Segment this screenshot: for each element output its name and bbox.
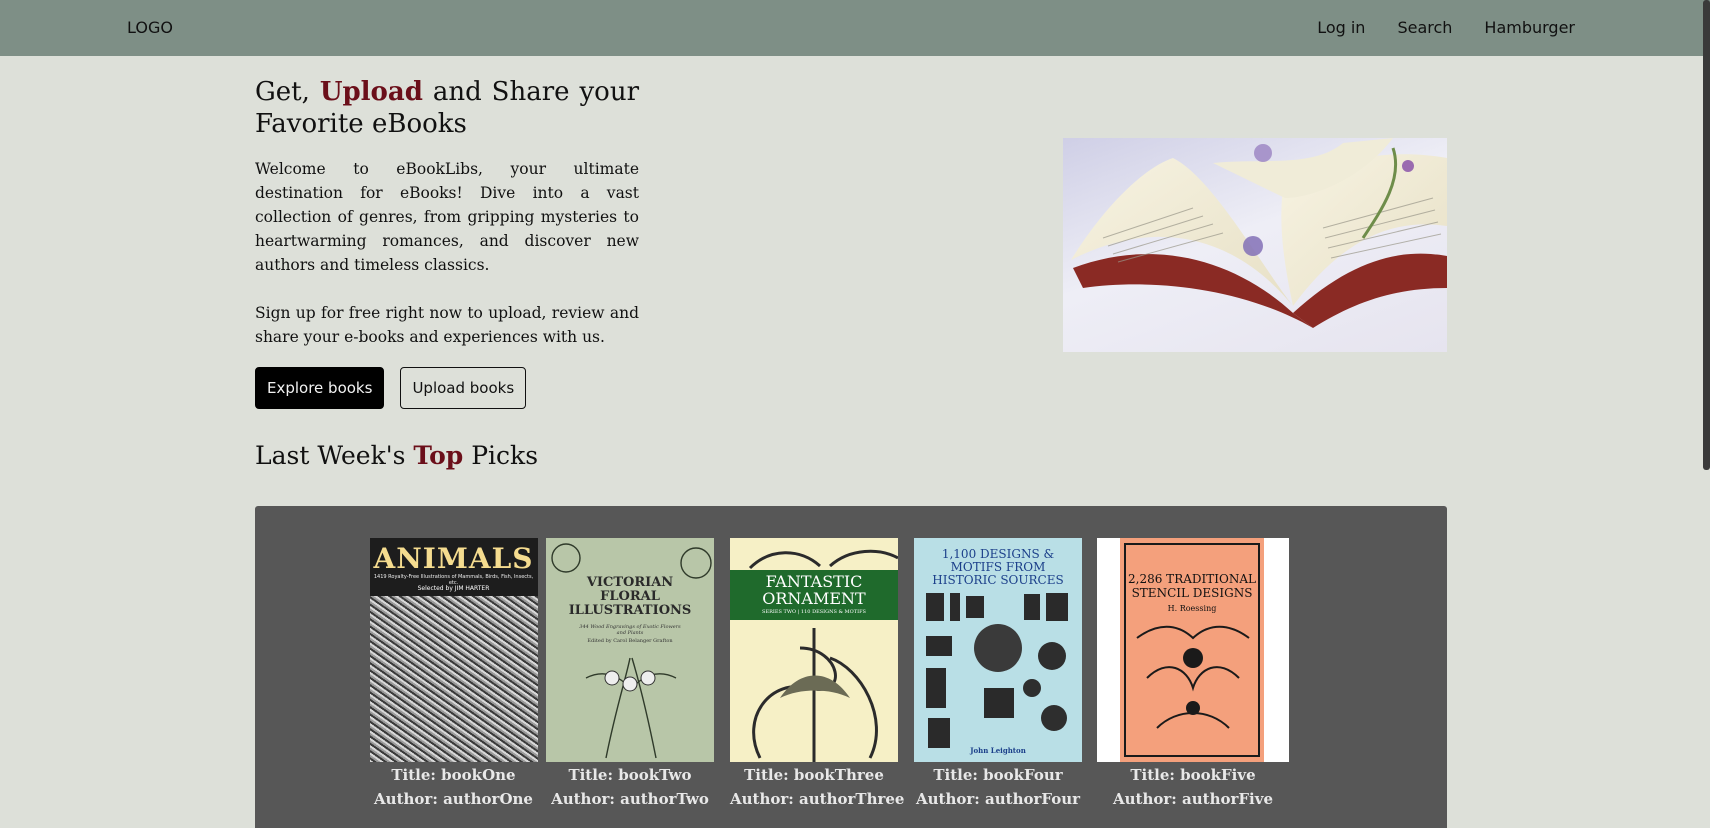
hero-title-accent: Upload [319, 77, 423, 107]
book-info: Title: bookFive Author: authorFive [1097, 763, 1289, 811]
hero-section: Get, Upload and Share your Favorite eBoo… [255, 76, 639, 409]
book-title: Title: bookTwo [568, 766, 692, 784]
book-info: Title: bookOne Author: authorOne [361, 763, 546, 811]
login-link[interactable]: Log in [1317, 18, 1365, 37]
book-title: Title: bookThree [744, 766, 884, 784]
book-cover-image[interactable]: FANTASTIC ORNAMENT SERIES TWO | 110 DESI… [730, 538, 898, 762]
hero-signup-text: Sign up for free right now to upload, re… [255, 304, 639, 346]
book-author: Author: authorFour [915, 790, 1081, 808]
book-cover-image[interactable]: 2,286 TRADITIONAL STENCIL DESIGNS H. Roe… [1097, 538, 1289, 762]
book-title: Title: bookFour [933, 766, 1063, 784]
nav-links: Log in Search Hamburger [1317, 18, 1575, 37]
book-card[interactable]: FANTASTIC ORNAMENT SERIES TWO | 110 DESI… [730, 538, 905, 811]
search-link[interactable]: Search [1397, 18, 1452, 37]
explore-books-button[interactable]: Explore books [255, 367, 385, 409]
top-picks-accent: Top [413, 441, 464, 470]
navbar: LOGO Log in Search Hamburger [0, 0, 1710, 56]
book-info: Title: bookFour Author: authorFour [914, 763, 1082, 811]
book-author: Author: authorThree [730, 790, 905, 808]
upload-books-button[interactable]: Upload books [400, 367, 527, 409]
hero-buttons: Explore books Upload books [255, 367, 639, 409]
hero-intro-text: Welcome to eBookLibs, your ultimate dest… [255, 160, 639, 274]
book-author: Author: authorOne [374, 790, 533, 808]
book-title: Title: bookFive [1130, 766, 1256, 784]
page-scrollbar[interactable] [1703, 0, 1710, 470]
book-card[interactable]: 2,286 TRADITIONAL STENCIL DESIGNS H. Roe… [1097, 538, 1289, 811]
book-cover-image[interactable]: ANIMALS 1419 Royalty-Free Illustrations … [369, 538, 538, 762]
book-author: Author: authorFive [1112, 790, 1274, 808]
logo[interactable]: LOGO [127, 18, 173, 37]
book-card[interactable]: 1,100 DESIGNS & MOTIFS FROM HISTORIC SOU… [914, 538, 1082, 811]
book-card[interactable]: VICTORIAN FLORAL ILLUSTRATIONS 344 Wood … [546, 538, 714, 811]
book-info: Title: bookThree Author: authorThree [730, 763, 905, 811]
hero-open-book-image [1063, 138, 1447, 352]
hero-title: Get, Upload and Share your Favorite eBoo… [255, 77, 640, 139]
hamburger-menu-link[interactable]: Hamburger [1484, 18, 1575, 37]
book-cover-image[interactable]: VICTORIAN FLORAL ILLUSTRATIONS 344 Wood … [546, 538, 714, 762]
book-title: Title: bookOne [391, 766, 516, 784]
book-card[interactable]: ANIMALS 1419 Royalty-Free Illustrations … [361, 538, 546, 811]
book-cover-image[interactable]: 1,100 DESIGNS & MOTIFS FROM HISTORIC SOU… [914, 538, 1082, 762]
top-picks-panel: ANIMALS 1419 Royalty-Free Illustrations … [255, 506, 1447, 828]
book-author: Author: authorTwo [551, 790, 709, 808]
top-picks-title: Last Week's Top Picks [255, 441, 539, 470]
book-info: Title: bookTwo Author: authorTwo [546, 763, 714, 811]
